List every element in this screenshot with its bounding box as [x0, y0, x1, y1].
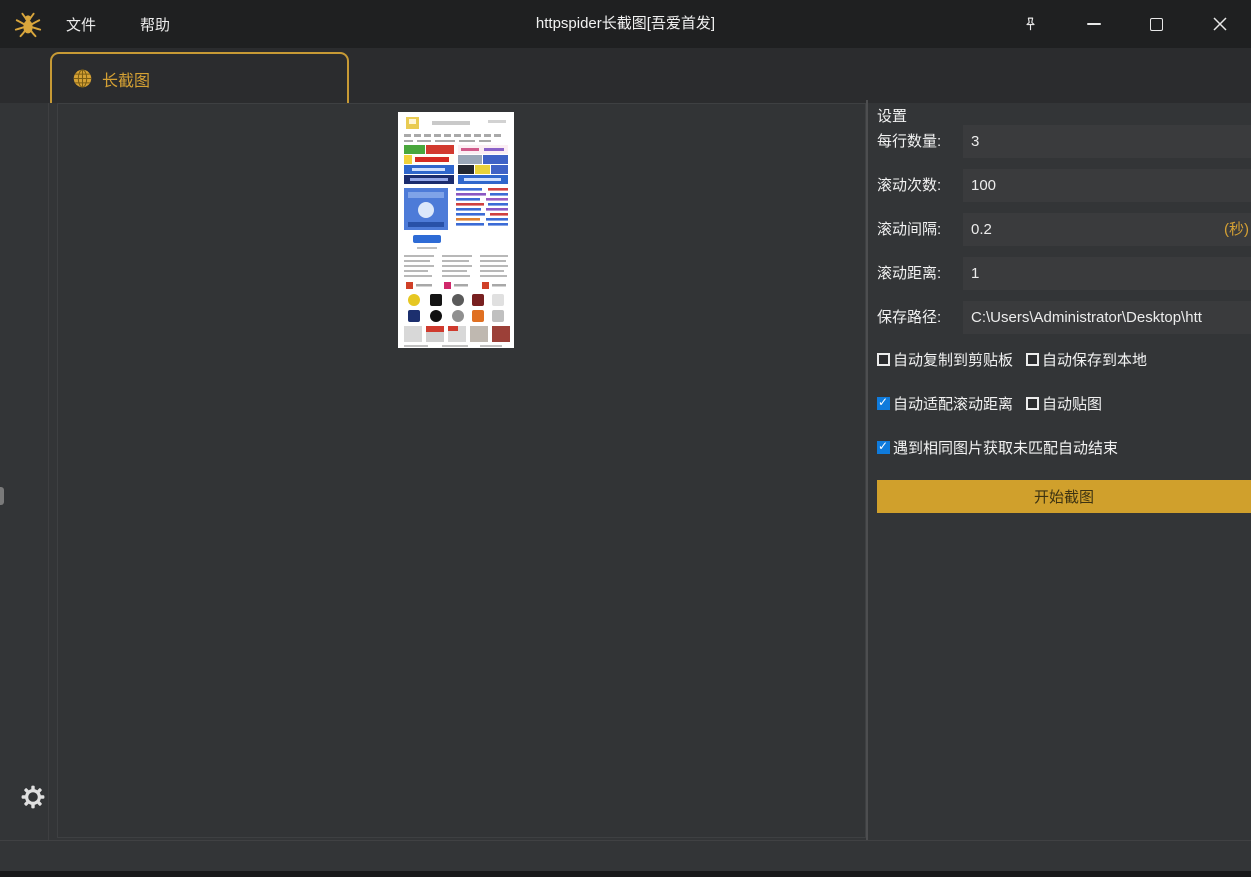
- close-icon: [1213, 17, 1227, 31]
- titlebar: 文件 帮助 httpspider长截图[吾爱首发]: [0, 0, 1251, 48]
- settings-panel: 设置 每行数量: 滚动次数: 滚动间隔: (秒) 滚动距离: 保存路径: 自动复…: [877, 103, 1251, 840]
- scroll-distance-input[interactable]: [963, 257, 1251, 290]
- minimize-icon: [1087, 23, 1101, 25]
- save-path-input[interactable]: [963, 301, 1251, 334]
- pin-icon: [1022, 16, 1039, 33]
- close-button[interactable]: [1188, 0, 1251, 48]
- maximize-icon: [1150, 18, 1163, 31]
- field-row-scroll-count: 滚动次数:: [877, 169, 1251, 202]
- menu-bar: 文件 帮助: [66, 0, 170, 48]
- checkbox-auto-copy-clipboard[interactable]: 自动复制到剪贴板: [877, 349, 1013, 370]
- panel-divider: [866, 100, 868, 840]
- maximize-button[interactable]: [1125, 0, 1188, 48]
- splitter-grip[interactable]: [0, 487, 4, 505]
- checkbox-box[interactable]: [1026, 397, 1039, 410]
- checkbox-label: 自动贴图: [1042, 393, 1102, 414]
- checkbox-label: 遇到相同图片获取未匹配自动结束: [893, 437, 1118, 458]
- spider-icon: [13, 9, 43, 39]
- checkbox-label: 自动保存到本地: [1042, 349, 1147, 370]
- settings-header: 设置: [877, 105, 907, 126]
- scroll-distance-label: 滚动距离:: [877, 257, 941, 290]
- scroll-interval-input[interactable]: [963, 213, 1251, 246]
- tab-long-screenshot[interactable]: 长截图: [50, 52, 349, 103]
- checkbox-auto-paste-image[interactable]: 自动贴图: [1026, 393, 1102, 414]
- footer-divider: [0, 840, 1251, 841]
- checkbox-box[interactable]: [1026, 353, 1039, 366]
- menu-help[interactable]: 帮助: [140, 14, 170, 35]
- globe-icon: [72, 68, 93, 89]
- checkbox-box[interactable]: [877, 441, 890, 454]
- scroll-count-input[interactable]: [963, 169, 1251, 202]
- pin-button[interactable]: [999, 0, 1062, 48]
- tab-label: 长截图: [102, 67, 150, 91]
- menu-file[interactable]: 文件: [66, 14, 96, 35]
- scroll-count-label: 滚动次数:: [877, 169, 941, 202]
- checkbox-label: 自动复制到剪贴板: [893, 349, 1013, 370]
- checkbox-row-3: 遇到相同图片获取未匹配自动结束: [877, 437, 1251, 457]
- window-controls: [999, 0, 1251, 48]
- field-row-scroll-distance: 滚动距离:: [877, 257, 1251, 290]
- field-row-scroll-interval: 滚动间隔: (秒): [877, 213, 1251, 246]
- checkbox-box[interactable]: [877, 397, 890, 410]
- start-capture-button[interactable]: 开始截图: [877, 480, 1251, 513]
- checkbox-box[interactable]: [877, 353, 890, 366]
- minimize-button[interactable]: [1062, 0, 1125, 48]
- window-bottom-edge: [0, 871, 1251, 877]
- checkbox-auto-adapt-scroll-distance[interactable]: 自动适配滚动距离: [877, 393, 1013, 414]
- per-line-count-input[interactable]: [963, 125, 1251, 158]
- checkbox-row-2: 自动适配滚动距离 自动贴图: [877, 393, 1251, 413]
- left-sidebar: [0, 103, 49, 840]
- checkbox-auto-save-local[interactable]: 自动保存到本地: [1026, 349, 1147, 370]
- per-line-count-label: 每行数量:: [877, 125, 941, 158]
- checkbox-end-on-duplicate-image[interactable]: 遇到相同图片获取未匹配自动结束: [877, 437, 1118, 458]
- tab-bar: 长截图: [0, 48, 1251, 103]
- field-row-save-path: 保存路径:: [877, 301, 1251, 334]
- webpage-thumbnail[interactable]: [398, 112, 514, 348]
- field-row-per-line-count: 每行数量:: [877, 125, 1251, 158]
- scroll-interval-label: 滚动间隔:: [877, 213, 941, 246]
- save-path-label: 保存路径:: [877, 301, 941, 334]
- gear-icon: [21, 785, 45, 809]
- checkbox-label: 自动适配滚动距离: [893, 393, 1013, 414]
- preview-canvas: [57, 103, 866, 838]
- checkbox-row-1: 自动复制到剪贴板 自动保存到本地: [877, 349, 1251, 369]
- seconds-suffix: (秒): [1224, 213, 1249, 246]
- settings-button[interactable]: [20, 784, 46, 810]
